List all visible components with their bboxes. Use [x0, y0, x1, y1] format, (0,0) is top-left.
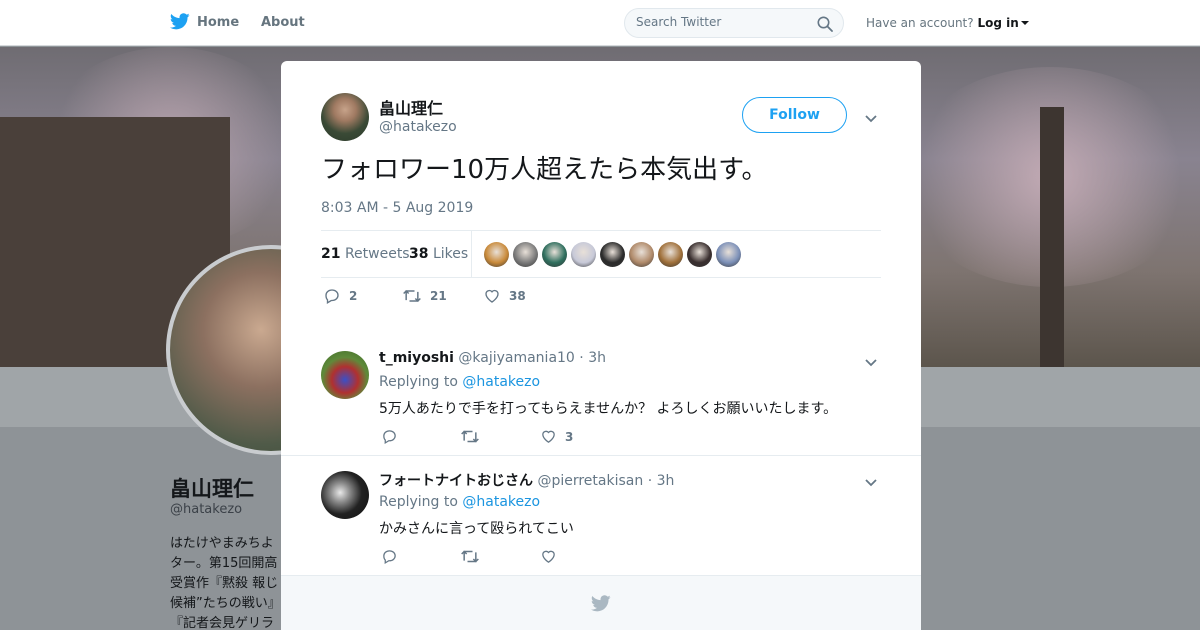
retweet-count: 21 — [430, 289, 447, 303]
likes-stat[interactable]: 38 Likes — [409, 246, 468, 262]
reply-icon — [383, 430, 396, 445]
tweet-modal: 畠山理仁 @hatakezo Follow フォロワー10万人超えたら本気出す。… — [281, 61, 921, 630]
separator-dot: · — [647, 473, 653, 489]
retweet-icon — [461, 430, 479, 443]
login-link[interactable]: Log in — [977, 16, 1018, 30]
reply-author-handle[interactable]: @kajiyamania10 — [458, 350, 574, 366]
retweets-label: Retweets — [344, 246, 410, 262]
chevron-down-icon[interactable] — [864, 109, 878, 128]
top-navigation-bar: Home About Have an account? Log in — [0, 0, 1200, 46]
like-action[interactable]: 38 — [483, 287, 526, 305]
liker-avatar[interactable] — [571, 242, 596, 267]
like-count: 38 — [509, 289, 526, 303]
nav-about-link[interactable]: About — [261, 15, 305, 30]
retweet-action[interactable] — [460, 548, 480, 565]
replying-to-link[interactable]: @hatakezo — [462, 494, 540, 510]
liker-avatar[interactable] — [658, 242, 683, 267]
separator-dot: · — [579, 350, 584, 366]
nav-home-link[interactable]: Home — [197, 15, 239, 30]
retweet-action[interactable]: 21 — [402, 287, 447, 305]
liker-avatar[interactable] — [484, 242, 509, 267]
liker-avatar[interactable] — [513, 242, 538, 267]
author-avatar[interactable] — [321, 93, 369, 141]
like-action[interactable] — [540, 548, 565, 565]
reply-count: 2 — [349, 289, 358, 303]
follow-button[interactable]: Follow — [742, 97, 847, 133]
reply-action[interactable] — [381, 548, 398, 565]
reply-author-name[interactable]: フォートナイトおじさん — [379, 473, 533, 489]
tweet-stats: 21 Retweets 38 Likes — [321, 230, 881, 278]
liker-avatar[interactable] — [542, 242, 567, 267]
replying-to: Replying to @hatakezo — [379, 374, 540, 390]
profile-bio-line: はたけやまみちよ — [170, 536, 274, 551]
liker-avatar[interactable] — [687, 242, 712, 267]
retweet-icon — [461, 550, 479, 563]
search-box[interactable] — [624, 8, 844, 38]
modal-footer — [281, 575, 921, 630]
reply-text: 5万人あたりで手を打ってもらえませんか？ よろしくお願いいたします。 — [379, 401, 838, 417]
search-input[interactable] — [636, 15, 806, 29]
retweets-stat[interactable]: 21 Retweets — [321, 246, 410, 262]
profile-bio-line: ター。第15回開高 — [170, 556, 278, 571]
liker-avatar[interactable] — [716, 242, 741, 267]
search-icon[interactable] — [817, 16, 833, 36]
reply-header: t_miyoshi @kajiyamania10 · 3h — [379, 350, 606, 366]
replying-to-prefix: Replying to — [379, 494, 458, 510]
like-count: 3 — [565, 429, 574, 444]
reply-time[interactable]: 3h — [657, 473, 675, 489]
replying-to-prefix: Replying to — [379, 374, 458, 390]
caret-down-icon[interactable] — [1020, 21, 1029, 25]
chevron-down-icon[interactable] — [864, 473, 878, 492]
heart-icon — [542, 430, 555, 443]
retweet-icon — [403, 289, 421, 303]
heart-icon — [485, 289, 499, 303]
reply-icon — [325, 289, 339, 304]
account-menu[interactable]: Have an account? Log in — [866, 16, 1029, 30]
reply-text: かみさんに言って殴られてこい — [379, 521, 574, 537]
profile-bio-line: 受賞作『黙殺 報じ — [170, 576, 279, 591]
replying-to-link[interactable]: @hatakezo — [462, 374, 540, 390]
like-action[interactable]: 3 — [540, 428, 573, 445]
tweet-text: フォロワー10万人超えたら本気出す。 — [321, 155, 768, 185]
reply-avatar[interactable] — [321, 471, 369, 519]
reply-header: フォートナイトおじさん @pierretakisan · 3h — [379, 470, 674, 490]
stats-divider — [471, 231, 472, 278]
account-prompt: Have an account? — [866, 16, 974, 30]
author-handle[interactable]: @hatakezo — [379, 119, 457, 135]
profile-bio: はたけやまみちよ ター。第15回開高 受賞作『黙殺 報じ 候補”たちの戦い』 『… — [170, 534, 282, 630]
profile-name: 畠山理仁 — [170, 477, 254, 501]
reply-icon — [383, 550, 396, 565]
reply-author-name[interactable]: t_miyoshi — [379, 350, 454, 366]
reply-action[interactable] — [381, 428, 398, 445]
heart-icon — [542, 550, 555, 563]
reply-avatar[interactable] — [321, 351, 369, 399]
profile-bio-line: 『記者会見ゲリラ — [170, 616, 275, 630]
reply-tweet[interactable]: t_miyoshi @kajiyamania10 · 3h Replying t… — [281, 337, 921, 456]
close-icon[interactable] — [1153, 12, 1179, 38]
liker-avatar[interactable] — [600, 242, 625, 267]
tweet-timestamp[interactable]: 8:03 AM - 5 Aug 2019 — [321, 200, 473, 216]
reply-author-handle[interactable]: @pierretakisan — [537, 473, 643, 489]
reply-action[interactable]: 2 — [323, 287, 357, 305]
replying-to: Replying to @hatakezo — [379, 494, 540, 510]
likes-count: 38 — [409, 246, 429, 262]
twitter-bird-icon — [590, 595, 611, 616]
profile-bio-line: 候補”たちの戦い』 — [170, 596, 281, 611]
profile-handle: @hatakezo — [170, 502, 243, 517]
reply-time[interactable]: 3h — [588, 350, 606, 366]
chevron-down-icon[interactable] — [864, 353, 878, 372]
twitter-bird-icon[interactable] — [169, 13, 190, 34]
reply-tweet[interactable]: フォートナイトおじさん @pierretakisan · 3h Replying… — [281, 457, 921, 575]
author-name[interactable]: 畠山理仁 — [379, 95, 443, 119]
retweets-count: 21 — [321, 246, 341, 262]
retweet-action[interactable] — [460, 428, 480, 445]
liker-avatar[interactable] — [629, 242, 654, 267]
likes-label: Likes — [432, 246, 469, 262]
